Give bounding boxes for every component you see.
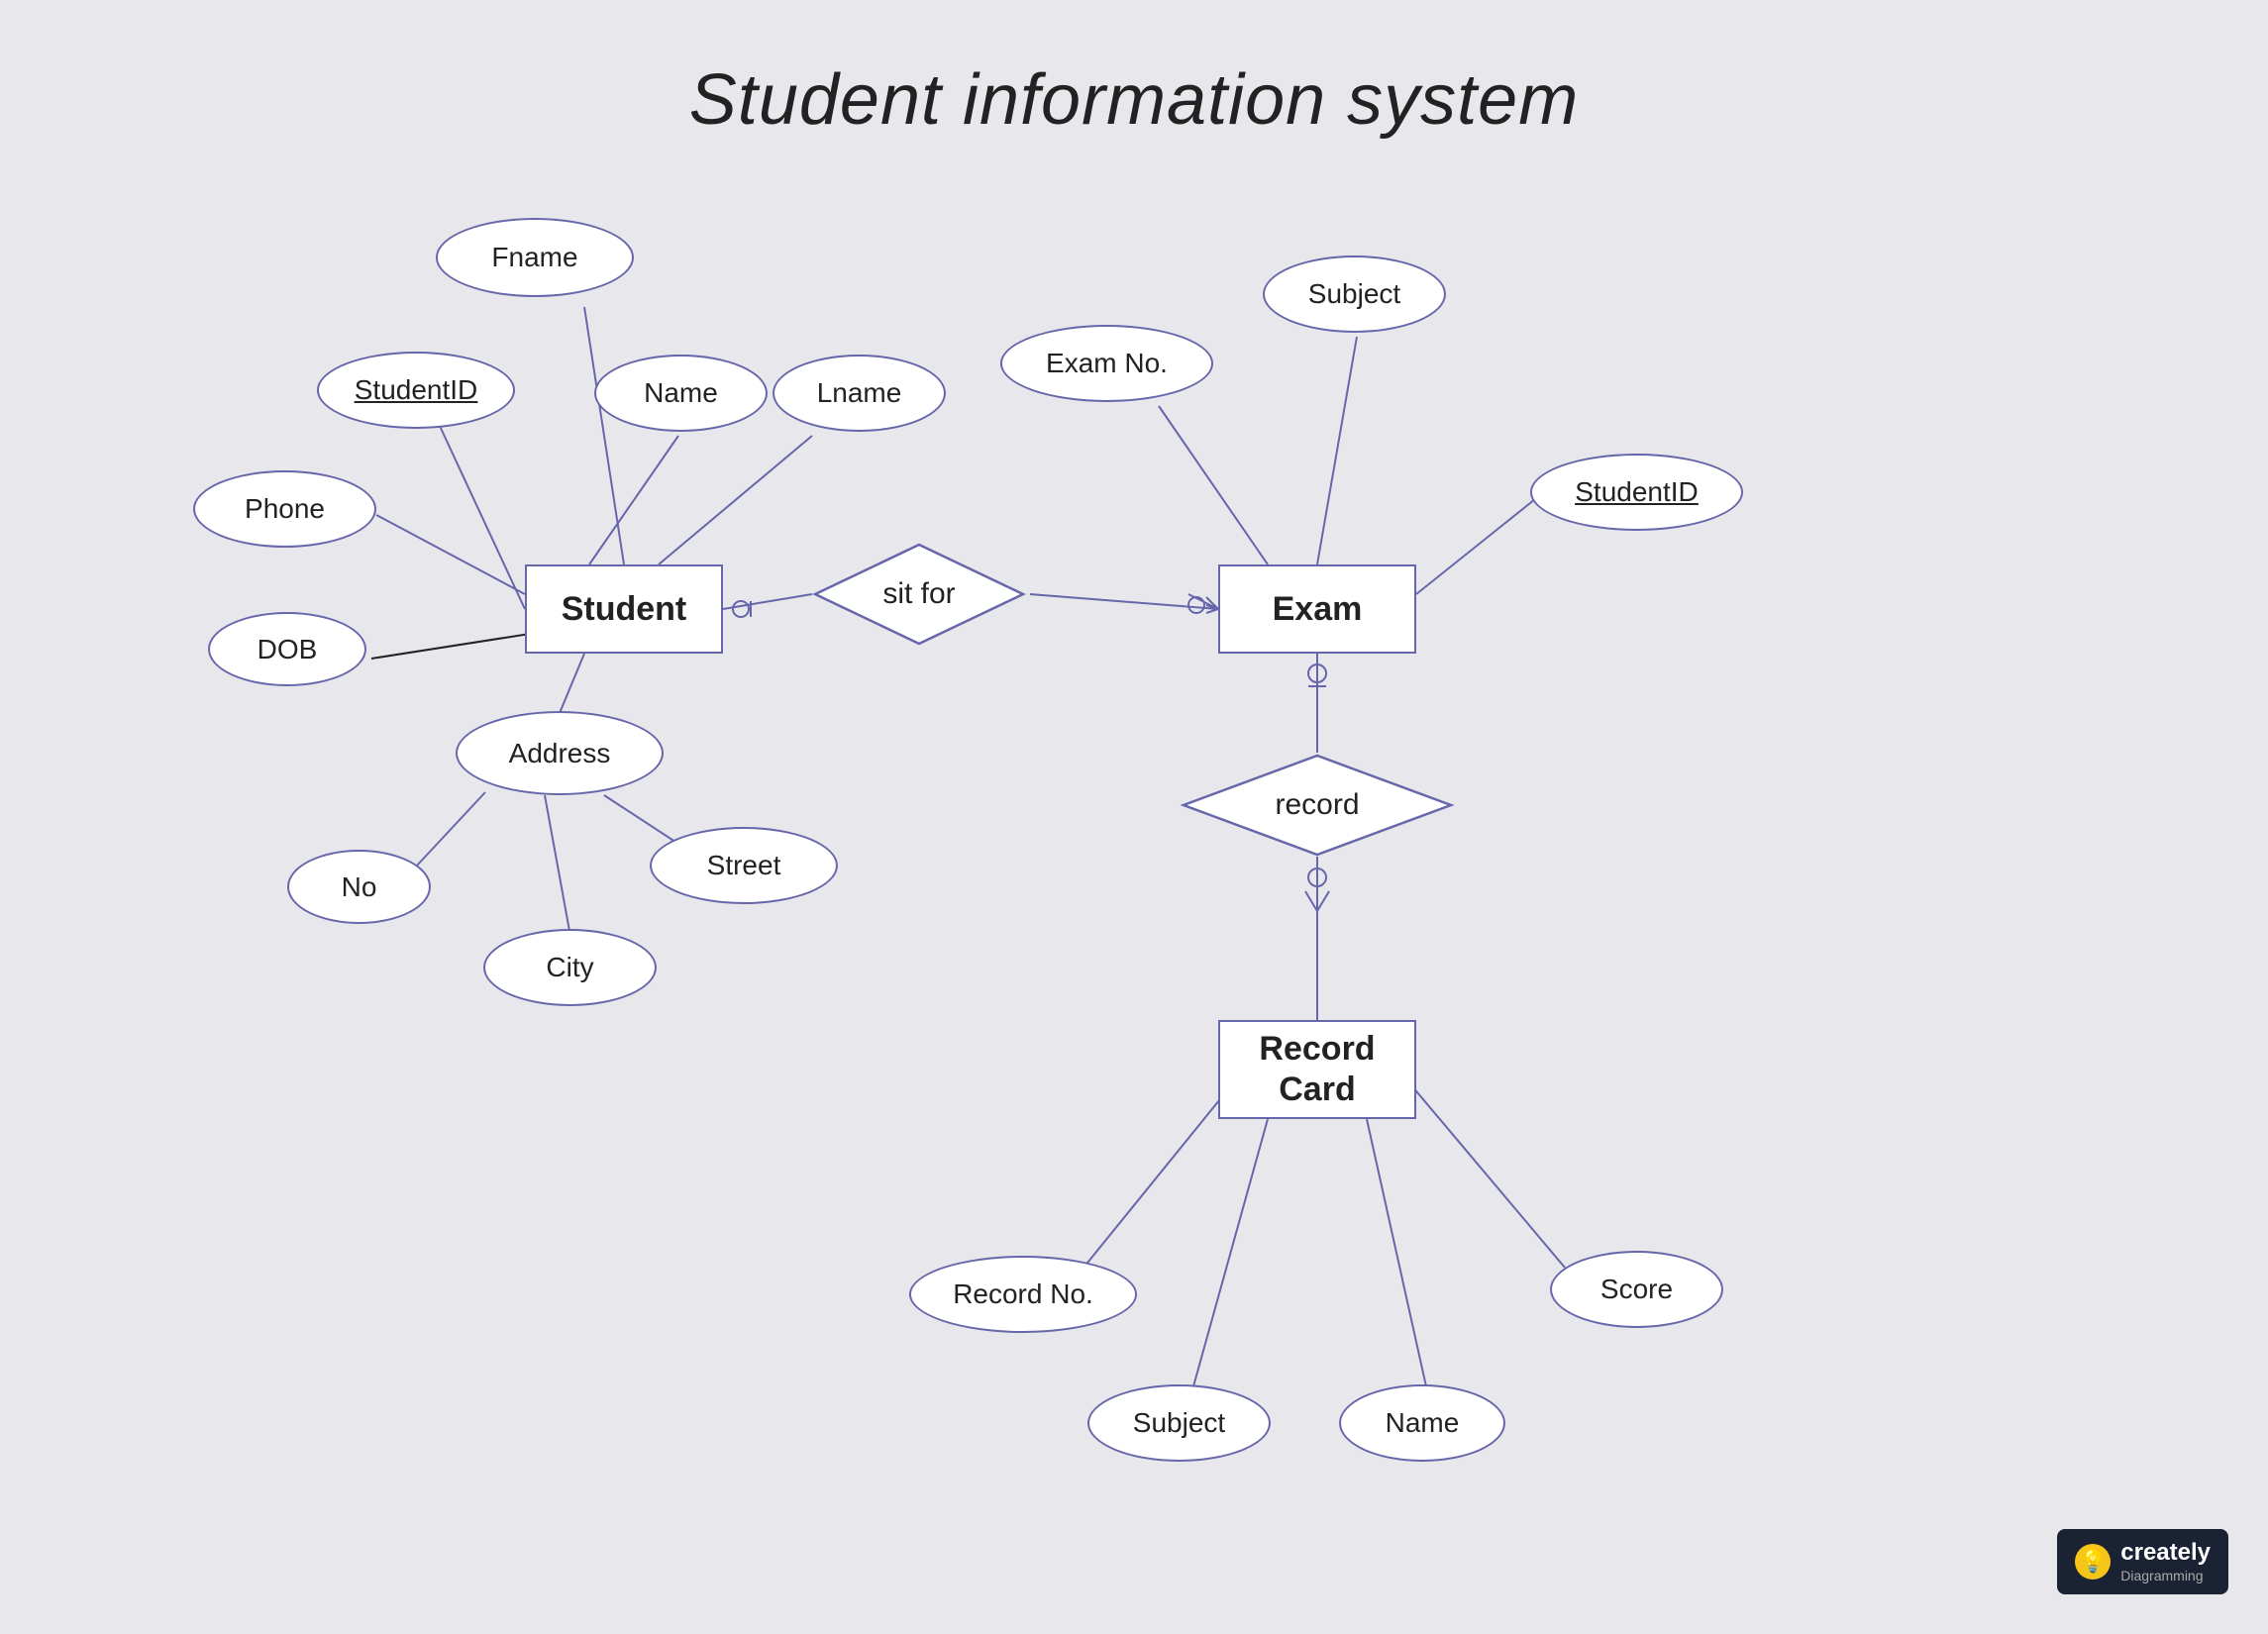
attr-name[interactable]: Name [594, 355, 768, 432]
attr-subject-exam[interactable]: Subject [1263, 255, 1446, 333]
attr-name-rc-label: Name [1386, 1407, 1460, 1439]
attr-fname[interactable]: Fname [436, 218, 634, 297]
attr-lname[interactable]: Lname [773, 355, 946, 432]
attr-score[interactable]: Score [1550, 1251, 1723, 1328]
entity-record-card-label: Record Card [1259, 1029, 1375, 1110]
entity-record-card[interactable]: Record Card [1218, 1020, 1416, 1119]
attr-studentid[interactable]: StudentID [317, 352, 515, 429]
attr-no-label: No [342, 871, 377, 903]
logo-icon: 💡 [2080, 1549, 2107, 1575]
attr-studentid-label: StudentID [355, 374, 478, 406]
attr-fname-label: Fname [491, 242, 577, 273]
attr-phone[interactable]: Phone [193, 470, 376, 548]
logo-text: creately Diagramming [2120, 1539, 2211, 1584]
creately-logo: 💡 creately Diagramming [2057, 1529, 2228, 1594]
entity-exam[interactable]: Exam [1218, 564, 1416, 654]
entity-student-label: Student [562, 590, 687, 629]
attr-name-rc[interactable]: Name [1339, 1384, 1505, 1462]
attr-phone-label: Phone [245, 493, 325, 525]
attr-subject-rc-label: Subject [1133, 1407, 1225, 1439]
attr-record-no[interactable]: Record No. [909, 1256, 1137, 1333]
relationship-record-label: record [1275, 788, 1359, 822]
attr-record-no-label: Record No. [953, 1278, 1093, 1310]
logo-bulb-icon: 💡 [2075, 1544, 2111, 1580]
relationship-sit-for[interactable]: sit for [810, 540, 1028, 649]
relationship-record[interactable]: record [1179, 751, 1456, 860]
attr-exam-no[interactable]: Exam No. [1000, 325, 1213, 402]
relationship-sit-for-label: sit for [882, 577, 955, 611]
attr-name-label: Name [644, 377, 718, 409]
attr-lname-label: Lname [817, 377, 902, 409]
attr-studentid2[interactable]: StudentID [1530, 454, 1743, 531]
attr-exam-no-label: Exam No. [1046, 348, 1168, 379]
attr-no[interactable]: No [287, 850, 431, 924]
attr-street[interactable]: Street [650, 827, 838, 904]
attr-address-label: Address [509, 738, 611, 769]
attr-score-label: Score [1600, 1274, 1673, 1305]
attr-studentid2-label: StudentID [1575, 476, 1699, 508]
entity-exam-label: Exam [1273, 590, 1363, 629]
attr-dob[interactable]: DOB [208, 612, 366, 686]
attr-address[interactable]: Address [456, 711, 664, 795]
attr-city[interactable]: City [483, 929, 657, 1006]
attr-street-label: Street [707, 850, 781, 881]
attr-subject-exam-label: Subject [1308, 278, 1400, 310]
page-title: Student information system [0, 0, 2268, 141]
logo-main-text: creately [2120, 1539, 2211, 1568]
logo-sub-text: Diagramming [2120, 1568, 2211, 1584]
attr-dob-label: DOB [258, 634, 318, 665]
attr-subject-rc[interactable]: Subject [1087, 1384, 1271, 1462]
attr-city-label: City [546, 952, 593, 983]
entity-student[interactable]: Student [525, 564, 723, 654]
